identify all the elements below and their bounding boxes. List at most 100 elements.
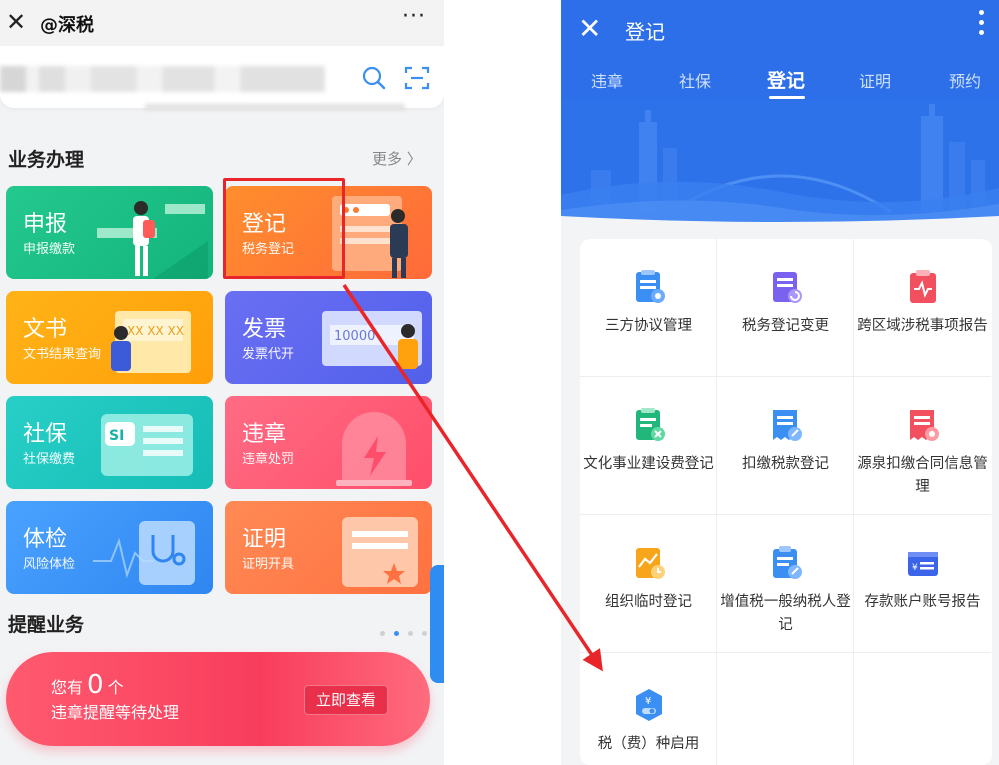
grid-item-kuaquyu[interactable]: 跨区域涉税事项报告 [854,239,991,377]
tile-title: 发票 [242,317,287,342]
search-icon[interactable] [362,66,386,90]
right-phone-screen: ✕ 登记 违章 社保 登记 证明 预约 三方协议管理 税务登记变更 跨区域涉税事… [561,0,999,765]
grid-empty-cell [717,653,854,765]
tile-title: 申报 [23,212,68,237]
invoice-illustration: 10000 [322,311,422,369]
blurred-content [0,66,325,92]
tile-subtitle: 社保缴费 [23,452,76,467]
grid-item-label: 税务登记变更 [742,318,829,334]
tile-wenshu[interactable]: 文书 文书结果查询 XX XX XX [6,291,213,384]
section-title-business: 业务办理 [8,149,85,171]
top-nav-bar: ✕ @深税 ··· [0,0,444,46]
grid-item-wenhua[interactable]: 文化事业建设费登记 [580,377,717,515]
art-text: XX XX XX [127,324,184,338]
tile-subtitle: 发票代开 [242,347,295,362]
section-title-remind: 提醒业务 [8,614,85,636]
more-menu-icon[interactable]: ··· [402,4,426,29]
grid-item-label: 增值税一般纳税人登记 [720,594,851,633]
grid-item-linshi[interactable]: 组织临时登记 [580,515,717,653]
source-withholding-icon [910,410,939,441]
grid-item-koujiao[interactable]: 扣缴税款登记 [717,377,854,515]
grid-item-label: 跨区域涉税事项报告 [857,318,988,334]
tile-subtitle: 证明开具 [242,557,295,572]
remind-count: 0 [87,670,104,700]
tax-type-enable-icon: ¥ [636,689,662,721]
tile-title: 体检 [23,527,68,552]
side-floating-tab[interactable] [430,565,444,683]
bank-account-icon: ¥ [908,552,938,576]
highlight-box-dengji [223,178,345,279]
close-icon[interactable]: ✕ [6,8,26,36]
blurred-content-line [145,104,405,110]
cross-region-report-icon [910,270,936,303]
warning-light-illustration [336,412,412,486]
document-illustration: XX XX XX [111,311,191,373]
certificate-illustration [342,517,418,587]
remind-card[interactable]: 您有 0 个 违章提醒等待处理 立即查看 [6,652,430,746]
svg-text:¥: ¥ [645,696,651,707]
tab-weizhang[interactable]: 违章 [591,68,623,92]
service-grid: 三方协议管理 税务登记变更 跨区域涉税事项报告 文化事业建设费登记 扣缴税款登记… [580,239,992,765]
grid-item-biangeng[interactable]: 税务登记变更 [717,239,854,377]
tile-tijian[interactable]: 体检 风险体检 [6,501,213,594]
grid-item-label: 源泉扣缴合同信息管理 [857,456,988,495]
left-phone-screen: ✕ @深税 ··· 业务办理 更多 〉 申报 申报缴款 登记 税务登记 文书 文… [0,0,444,765]
scan-icon[interactable] [404,66,430,90]
stethoscope-illustration [93,521,195,585]
tab-zhengming[interactable]: 证明 [859,68,891,92]
page-title: 登记 [625,20,665,44]
tile-fapiao[interactable]: 发票 发票代开 10000 [225,291,432,384]
tile-shenbao[interactable]: 申报 申报缴款 [6,186,213,279]
more-link[interactable]: 更多 〉 [372,148,422,169]
agreement-doc-icon [636,270,665,303]
register-change-icon [773,272,802,303]
vat-taxpayer-icon [773,546,802,579]
grid-item-label: 扣缴税款登记 [742,456,829,472]
active-tab-underline [769,96,805,99]
social-security-card-illustration: SI [101,414,193,476]
remind-line2: 违章提醒等待处理 [51,703,180,722]
header-area: ✕ 登记 违章 社保 登记 证明 预约 [561,0,999,225]
tile-shebao[interactable]: 社保 社保缴费 SI [6,396,213,489]
close-icon[interactable]: ✕ [578,12,601,45]
tile-subtitle: 风险体检 [23,557,76,572]
remind-suffix: 个 [107,678,124,697]
culture-fee-icon [636,408,665,441]
app-title: @深税 [40,15,94,36]
tab-yuyue[interactable]: 预约 [949,68,981,92]
grid-item-shuizhong[interactable]: ¥ 税（费）种启用 [580,653,717,765]
grid-item-cunkuan[interactable]: ¥ 存款账户账号报告 [854,515,991,653]
tile-title: 文书 [23,317,68,342]
tab-dengji[interactable]: 登记 [767,66,805,93]
carousel-dots[interactable] [380,621,436,640]
city-skyline-banner [561,100,999,225]
grid-item-sanfang[interactable]: 三方协议管理 [580,239,717,377]
remind-prefix: 您有 [51,678,84,697]
tile-weizhang[interactable]: 违章 违章处罚 [225,396,432,489]
tile-subtitle: 违章处罚 [242,452,295,467]
tile-zhengming[interactable]: 证明 证明开具 [225,501,432,594]
grid-item-label: 三方协议管理 [605,318,692,334]
more-vertical-icon[interactable] [979,10,985,40]
view-now-button[interactable]: 立即查看 [304,685,388,715]
tile-subtitle: 申报缴款 [23,242,76,257]
grid-item-label: 组织临时登记 [605,594,692,610]
grid-item-label: 存款账户账号报告 [864,594,981,610]
tile-title: 违章 [242,422,287,447]
art-text: SI [109,428,124,444]
grid-item-label: 文化事业建设费登记 [583,456,714,472]
tile-title: 证明 [242,527,287,552]
tile-subtitle: 文书结果查询 [23,347,102,362]
person-with-chart-illustration [97,201,208,279]
grid-item-label: 税（费）种启用 [597,736,700,752]
svg-text:¥: ¥ [912,563,918,573]
grid-item-yuanquan[interactable]: 源泉扣缴合同信息管理 [854,377,991,515]
remind-line1: 您有 0 个 [51,670,124,700]
temp-register-icon [636,548,665,579]
withholding-icon [773,410,802,441]
category-tabs: 违章 社保 登记 证明 预约 [561,62,999,100]
tab-shebao[interactable]: 社保 [679,68,711,92]
tile-title: 社保 [23,422,68,447]
art-text: 10000 [334,329,375,344]
grid-item-zengzhishui[interactable]: 增值税一般纳税人登记 [717,515,854,653]
